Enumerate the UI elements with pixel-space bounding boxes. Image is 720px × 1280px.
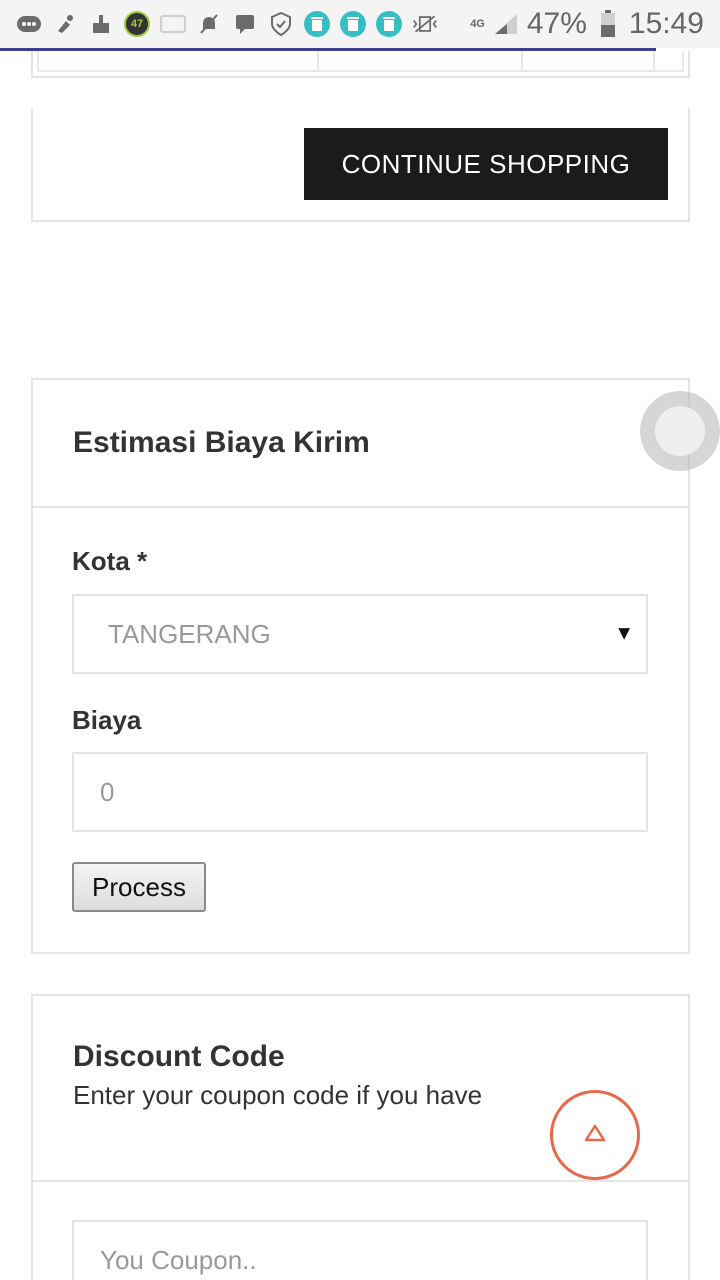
discount-panel-title: Discount Code — [73, 1040, 285, 1073]
trash-app-icon — [376, 11, 402, 37]
city-select-value: TANGERANG — [108, 618, 271, 649]
scroll-to-top-button[interactable] — [550, 1090, 640, 1180]
vibrate-off-icon — [412, 11, 438, 37]
trash-app-icon — [340, 11, 366, 37]
dropdown-arrow-icon: ▼ — [614, 622, 634, 645]
shield-check-icon — [268, 11, 294, 37]
coupon-input-placeholder: You Coupon.. — [100, 1244, 257, 1275]
table-column-divider — [521, 51, 523, 70]
continue-shopping-button[interactable]: CONTINUE SHOPPING — [304, 128, 668, 200]
signal-icon — [493, 11, 519, 37]
battery-percent: 47% — [526, 7, 587, 40]
coupon-input[interactable]: You Coupon.. — [72, 1220, 648, 1280]
process-button[interactable]: Process — [72, 862, 206, 912]
muted-bell-icon — [196, 11, 222, 37]
table-column-divider — [317, 51, 319, 70]
cleaner-icon — [52, 11, 78, 37]
bbm-icon — [232, 11, 258, 37]
status-bar: 47 4G 47% 15:49 — [0, 0, 720, 48]
network-type-label: 4G — [470, 17, 485, 30]
cart-table-inner — [37, 51, 684, 72]
city-select[interactable]: TANGERANG ▼ — [72, 594, 648, 674]
cost-input[interactable]: 0 — [72, 752, 648, 832]
battery-icon — [595, 10, 621, 37]
chat-bubble-icon — [16, 11, 42, 37]
shipping-panel-title: Estimasi Biaya Kirim — [73, 426, 370, 459]
assistive-touch-button[interactable] — [640, 391, 720, 471]
table-column-divider — [653, 51, 655, 70]
counter-badge-icon: 47 — [124, 11, 150, 37]
city-label: Kota * — [72, 546, 148, 576]
screen-icon — [160, 11, 186, 37]
trash-app-icon — [304, 11, 330, 37]
cart-table-bottom — [31, 51, 690, 78]
clock: 15:49 — [628, 7, 704, 40]
cost-input-placeholder: 0 — [100, 776, 115, 807]
arrow-up-icon — [584, 1123, 606, 1148]
broom-icon — [88, 11, 114, 37]
assistive-touch-dot — [655, 406, 705, 456]
cost-label: Biaya — [72, 705, 142, 735]
shipping-panel-header: Estimasi Biaya Kirim — [33, 380, 688, 508]
